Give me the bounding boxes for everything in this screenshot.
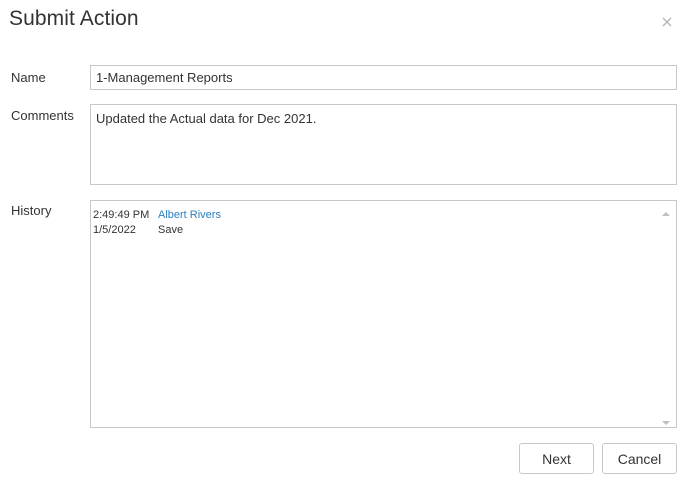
history-entry: 2:49:49 PM Albert Rivers 1/5/2022 Save [93,208,221,238]
history-date: 1/5/2022 [93,224,136,236]
comments-textarea[interactable]: Updated the Actual data for Dec 2021. [90,104,677,185]
dialog-title: Submit Action [9,7,139,30]
history-user-link[interactable]: Albert Rivers [158,208,221,223]
history-label: History [11,203,52,218]
scroll-up-icon[interactable] [661,205,671,216]
name-label: Name [11,70,46,85]
comments-label: Comments [11,108,74,123]
history-action: Save [158,224,184,236]
next-button[interactable]: Next [519,443,594,474]
history-list[interactable]: 2:49:49 PM Albert Rivers 1/5/2022 Save [90,200,677,428]
cancel-button[interactable]: Cancel [602,443,677,474]
history-time: 2:49:49 PM [93,209,150,221]
close-icon[interactable] [657,12,677,32]
submit-action-dialog: Submit Action Name Comments Updated the … [0,0,687,481]
scroll-down-icon[interactable] [661,414,671,425]
name-input[interactable] [90,65,677,90]
